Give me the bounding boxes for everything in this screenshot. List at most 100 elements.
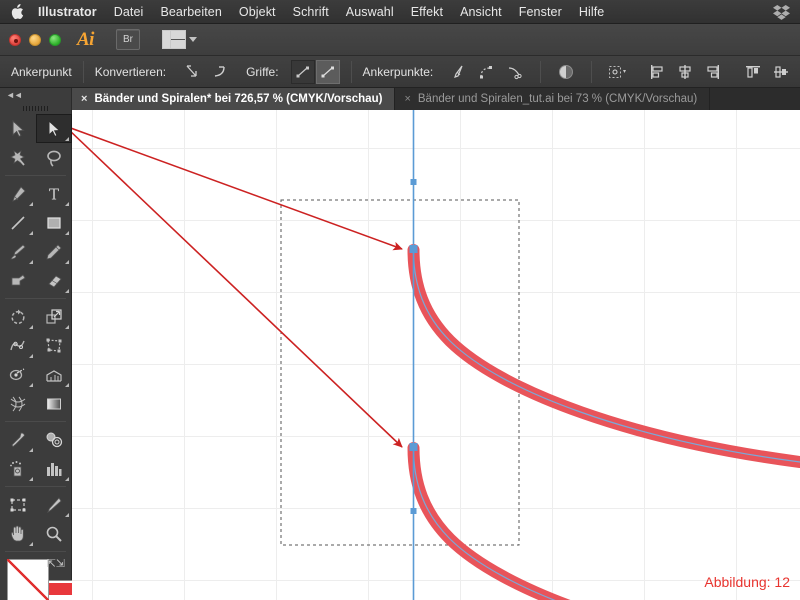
collapse-panel-icon[interactable]: ◄◄ (6, 90, 23, 100)
tool-flyout-indicator[interactable] (29, 383, 33, 387)
annotation-arrow-lower (72, 131, 403, 448)
column-graph-tool[interactable] (36, 454, 72, 483)
document-canvas[interactable]: Abbildung: 12 (72, 110, 800, 600)
slice-tool[interactable] (36, 490, 72, 519)
tool-flyout-indicator[interactable] (29, 202, 33, 206)
tool-flyout-indicator[interactable] (65, 383, 69, 387)
pen-tool[interactable] (0, 179, 36, 208)
menu-item-illustrator[interactable]: Illustrator (38, 5, 97, 19)
tool-flyout-indicator[interactable] (29, 477, 33, 481)
convert-label: Konvertieren: (94, 64, 167, 79)
tool-group-drawing: T (0, 179, 71, 295)
dropbox-icon[interactable] (773, 4, 790, 20)
cut-path-icon[interactable] (504, 61, 526, 83)
tool-flyout-indicator[interactable] (65, 231, 69, 235)
apple-logo-icon[interactable] (10, 3, 24, 20)
annotation-arrow-upper (72, 127, 403, 251)
anchor-point[interactable] (410, 508, 417, 514)
artboard-tool[interactable] (0, 490, 36, 519)
transform-icon[interactable] (606, 61, 628, 83)
menu-item-datei[interactable]: Datei (114, 5, 144, 19)
magic-wand-tool[interactable] (0, 143, 36, 172)
selection-tool[interactable] (0, 114, 36, 143)
align-left-icon[interactable] (646, 61, 668, 83)
tool-flyout-indicator[interactable] (29, 325, 33, 329)
hide-handles-toggle[interactable] (315, 59, 340, 84)
close-tab-icon[interactable]: × (404, 93, 410, 105)
free-transform-tool[interactable] (36, 331, 72, 360)
close-tab-icon[interactable]: × (81, 93, 87, 105)
tools-panel-gripper[interactable] (0, 102, 71, 114)
tool-group-transform (0, 302, 71, 418)
mesh-tool[interactable] (0, 389, 36, 418)
tool-flyout-indicator[interactable] (65, 289, 69, 293)
shape-builder-tool[interactable] (0, 360, 36, 389)
pencil-tool[interactable] (36, 237, 72, 266)
tool-flyout-indicator[interactable] (65, 513, 69, 517)
divider (540, 60, 542, 83)
convert-to-corner-icon[interactable] (181, 61, 203, 83)
divider (5, 175, 66, 176)
menu-item-hilfe[interactable]: Hilfe (579, 5, 605, 19)
hand-tool[interactable] (0, 519, 36, 548)
tool-flyout-indicator[interactable] (29, 542, 33, 546)
close-window-button[interactable] (9, 33, 21, 46)
remove-anchor-icon[interactable] (448, 61, 470, 83)
menu-item-fenster[interactable]: Fenster (519, 5, 562, 19)
tool-flyout-indicator[interactable] (29, 231, 33, 235)
paintbrush-tool[interactable] (0, 237, 36, 266)
minimize-window-button[interactable] (29, 33, 41, 46)
blob-brush-tool[interactable] (0, 266, 36, 295)
tool-flyout-indicator[interactable] (65, 202, 69, 206)
tool-flyout-indicator[interactable] (65, 137, 69, 141)
width-tool[interactable] (0, 331, 36, 360)
zoom-window-button[interactable] (49, 33, 61, 46)
tool-flyout-indicator[interactable] (29, 354, 33, 358)
scale-tool[interactable] (36, 302, 72, 331)
menu-item-objekt[interactable]: Objekt (239, 5, 276, 19)
anchor-point[interactable] (410, 179, 417, 185)
tool-flyout-indicator[interactable] (65, 325, 69, 329)
menu-item-effekt[interactable]: Effekt (411, 5, 443, 19)
macos-menu-bar: Illustrator Datei Bearbeiten Objekt Schr… (0, 0, 800, 24)
go-to-bridge-button[interactable]: Br (115, 29, 140, 50)
fill-none-swatch[interactable] (7, 559, 49, 600)
eraser-tool[interactable] (36, 266, 72, 295)
menu-item-bearbeiten[interactable]: Bearbeiten (160, 5, 221, 19)
zoom-tool[interactable] (36, 519, 72, 548)
perspective-grid-tool[interactable] (36, 360, 72, 389)
anchor-point[interactable] (409, 443, 418, 451)
blend-tool[interactable] (36, 425, 72, 454)
menu-item-auswahl[interactable]: Auswahl (346, 5, 394, 19)
arrange-documents-button[interactable] (161, 30, 197, 49)
rotate-tool[interactable] (0, 302, 36, 331)
document-tab-inactive[interactable]: × Bänder und Spiralen_tut.ai bei 73 % (C… (395, 88, 711, 110)
type-tool[interactable]: T (36, 179, 72, 208)
convert-to-smooth-icon[interactable] (209, 61, 231, 83)
align-center-vertical-icon[interactable] (770, 61, 792, 83)
show-handles-toggle[interactable] (290, 59, 315, 84)
symbol-sprayer-tool[interactable] (0, 454, 36, 483)
menu-item-schrift[interactable]: Schrift (293, 5, 329, 19)
align-center-horizontal-icon[interactable] (674, 61, 696, 83)
swap-fill-stroke-icon[interactable]: ⇱⇲ (47, 557, 65, 570)
tool-flyout-indicator[interactable] (29, 448, 33, 452)
line-segment-tool[interactable] (0, 208, 36, 237)
anchor-point[interactable] (409, 245, 418, 253)
eyedropper-tool[interactable] (0, 425, 36, 454)
tool-flyout-indicator[interactable] (29, 260, 33, 264)
tool-flyout-indicator[interactable] (65, 477, 69, 481)
direct-selection-tool[interactable] (36, 114, 72, 143)
document-tab-active[interactable]: × Bänder und Spiralen* bei 726,57 % (CMY… (72, 88, 396, 110)
gradient-tool[interactable] (36, 389, 72, 418)
tools-panel-header[interactable]: ◄◄ (0, 88, 71, 102)
align-top-icon[interactable] (742, 61, 764, 83)
connect-anchors-icon[interactable] (476, 61, 498, 83)
ribbon-path-upper[interactable] (407, 244, 800, 468)
rectangle-tool[interactable] (36, 208, 72, 237)
lasso-tool[interactable] (36, 143, 72, 172)
menu-item-ansicht[interactable]: Ansicht (460, 5, 502, 19)
isolate-icon[interactable] (555, 61, 577, 83)
tool-flyout-indicator[interactable] (65, 260, 69, 264)
align-right-icon[interactable] (702, 61, 724, 83)
